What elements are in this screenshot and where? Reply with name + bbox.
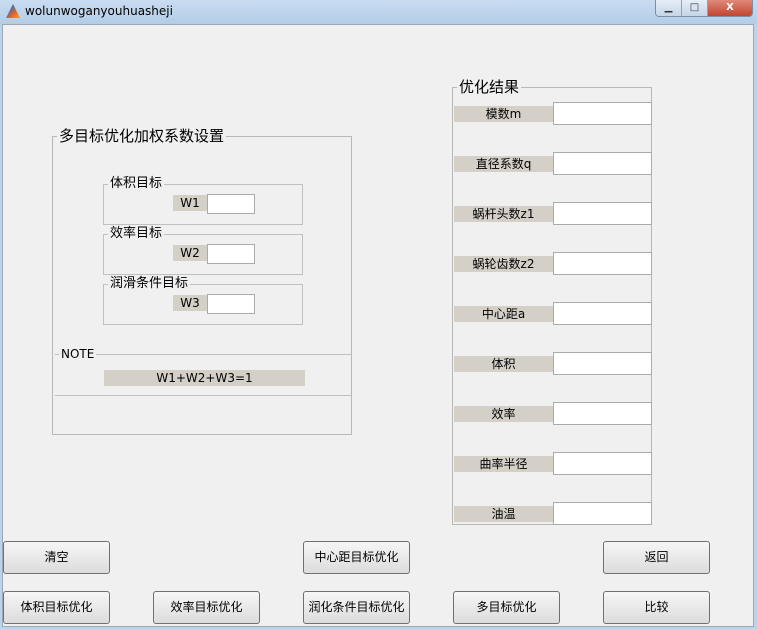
volume-optimize-button[interactable]: 体积目标优化: [3, 591, 110, 624]
result-value-field[interactable]: [553, 152, 652, 175]
lubrication-group-title: 润滑条件目标: [108, 276, 191, 291]
results-panel-title: 优化结果: [457, 78, 522, 96]
weights-panel: 多目标优化加权系数设置 体积目标 W1 效率目标 W2 润滑条件目标 W3 NO…: [52, 128, 352, 435]
minimize-button[interactable]: ▁: [656, 0, 682, 16]
result-label: 模数m: [454, 106, 553, 122]
volume-group-title: 体积目标: [108, 176, 165, 191]
center-distance-optimize-button[interactable]: 中心距目标优化: [303, 541, 410, 574]
volume-group: 体积目标 W1: [103, 177, 303, 225]
note-text: W1+W2+W3=1: [104, 370, 305, 386]
result-label: 油温: [454, 506, 553, 522]
window-title: wolunwoganyouhuasheji: [25, 4, 173, 18]
result-label: 曲率半径: [454, 456, 553, 472]
result-label: 蜗轮齿数z2: [454, 256, 553, 272]
result-label: 直径系数q: [454, 156, 553, 172]
result-label: 效率: [454, 406, 553, 422]
compare-button[interactable]: 比较: [603, 591, 710, 624]
lubrication-optimize-button[interactable]: 润化条件目标优化: [303, 591, 410, 624]
w3-label: W3: [173, 295, 207, 311]
w2-input[interactable]: [207, 244, 255, 264]
result-value-field[interactable]: [553, 302, 652, 325]
result-value-field[interactable]: [553, 102, 652, 125]
efficiency-group: 效率目标 W2: [103, 227, 303, 275]
w3-input[interactable]: [207, 294, 255, 314]
lubrication-group: 润滑条件目标 W3: [103, 277, 303, 325]
result-value-field[interactable]: [553, 502, 652, 525]
multi-objective-optimize-button[interactable]: 多目标优化: [453, 591, 560, 624]
result-value-field[interactable]: [553, 352, 652, 375]
results-panel: 优化结果 模数m 直径系数q 蜗杆头数z1 蜗轮齿数z2 中心距a 体积 效率 …: [452, 79, 652, 525]
result-value-field[interactable]: [553, 402, 652, 425]
result-label: 体积: [454, 356, 553, 372]
clear-button[interactable]: 清空: [3, 541, 110, 574]
close-button[interactable]: X: [708, 0, 752, 16]
title-bar: wolunwoganyouhuasheji ▁ □ X: [0, 0, 757, 24]
weights-panel-title: 多目标优化加权系数设置: [57, 127, 227, 145]
note-group: NOTE W1+W2+W3=1: [55, 347, 351, 396]
efficiency-optimize-button[interactable]: 效率目标优化: [153, 591, 260, 624]
efficiency-group-title: 效率目标: [108, 226, 165, 241]
note-title: NOTE: [59, 347, 97, 361]
result-value-field[interactable]: [553, 252, 652, 275]
matlab-icon: [6, 4, 20, 18]
maximize-button[interactable]: □: [682, 0, 708, 16]
result-label: 蜗杆头数z1: [454, 206, 553, 222]
result-value-field[interactable]: [553, 452, 652, 475]
result-label: 中心距a: [454, 306, 553, 322]
back-button[interactable]: 返回: [603, 541, 710, 574]
w2-label: W2: [173, 245, 207, 261]
w1-label: W1: [173, 195, 207, 211]
result-value-field[interactable]: [553, 202, 652, 225]
w1-input[interactable]: [207, 194, 255, 214]
